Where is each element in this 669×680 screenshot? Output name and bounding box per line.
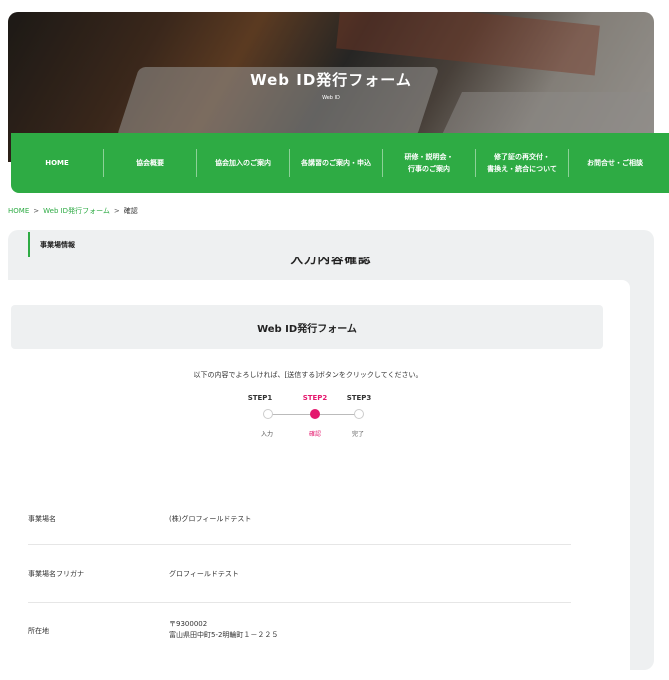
breadcrumb: HOME > Web ID発行フォーム > 確認 [8,207,138,215]
step-2-caption: 確認 [308,431,321,438]
form-title: Web ID発行フォーム [257,323,357,335]
field-row-address: 所在地 〒9300002 富山県田中町5-2明輪町１－２２５ [28,603,571,663]
nav-item-home[interactable]: HOME [11,149,104,177]
field-value: グロフィールドテスト [169,570,239,578]
step-2-label: STEP2 [302,394,328,402]
field-label: 所在地 [28,627,49,635]
field-label: 事業場名 [28,515,56,523]
global-nav: HOME 協会概要 協会加入のご案内 各講習のご案内・申込 研修・説明会・ 行事… [11,133,669,193]
field-row-business-name: 事業場名 (株)グロフィールドテスト [28,500,571,545]
hero-subtitle: Web ID [322,95,340,101]
nav-item-seminars[interactable]: 研修・説明会・ 行事のご案内 [383,149,476,177]
field-row-business-name-kana: 事業場名フリガナ グロフィールドテスト [28,545,571,603]
step-1-caption: 入力 [260,431,273,438]
instruction-text: 以下の内容でよろしければ、[送信する]ボタンをクリックしてください。 [193,371,423,379]
section-heading-business-info: 事業場情報 [28,232,571,257]
field-value: 〒9300002 富山県田中町5-2明輪町１－２２５ [169,619,278,641]
field-label: 事業場名フリガナ [28,570,84,578]
step-3-label: STEP3 [346,394,372,402]
hero-title: Web ID発行フォーム [250,71,412,89]
nav-item-about[interactable]: 協会概要 [104,149,197,177]
breadcrumb-form-link[interactable]: Web ID発行フォーム [43,207,110,215]
breadcrumb-current: 確認 [123,207,138,215]
step-3-caption: 完了 [351,431,364,438]
step-1-dot [263,409,273,419]
step-3-dot [354,409,364,419]
form-title-bar: Web ID発行フォーム [11,305,603,349]
step-indicator: STEP1 STEP2 STEP3 入力 確認 完了 [248,393,372,453]
nav-item-courses[interactable]: 各講習のご案内・申込 [290,149,383,177]
step-2-dot-active [310,409,320,419]
address-line: 富山県田中町5-2明輪町１－２２５ [169,631,279,639]
field-value: (株)グロフィールドテスト [169,515,252,523]
nav-item-contact[interactable]: お問合せ・ご相談 [569,149,661,177]
breadcrumb-home-link[interactable]: HOME [8,207,29,215]
postal-code: 〒9300002 [169,620,208,628]
step-1-label: STEP1 [247,394,273,402]
nav-item-certificate[interactable]: 修了証の再交付・ 書換え・統合について [476,149,569,177]
nav-item-membership[interactable]: 協会加入のご案内 [197,149,290,177]
